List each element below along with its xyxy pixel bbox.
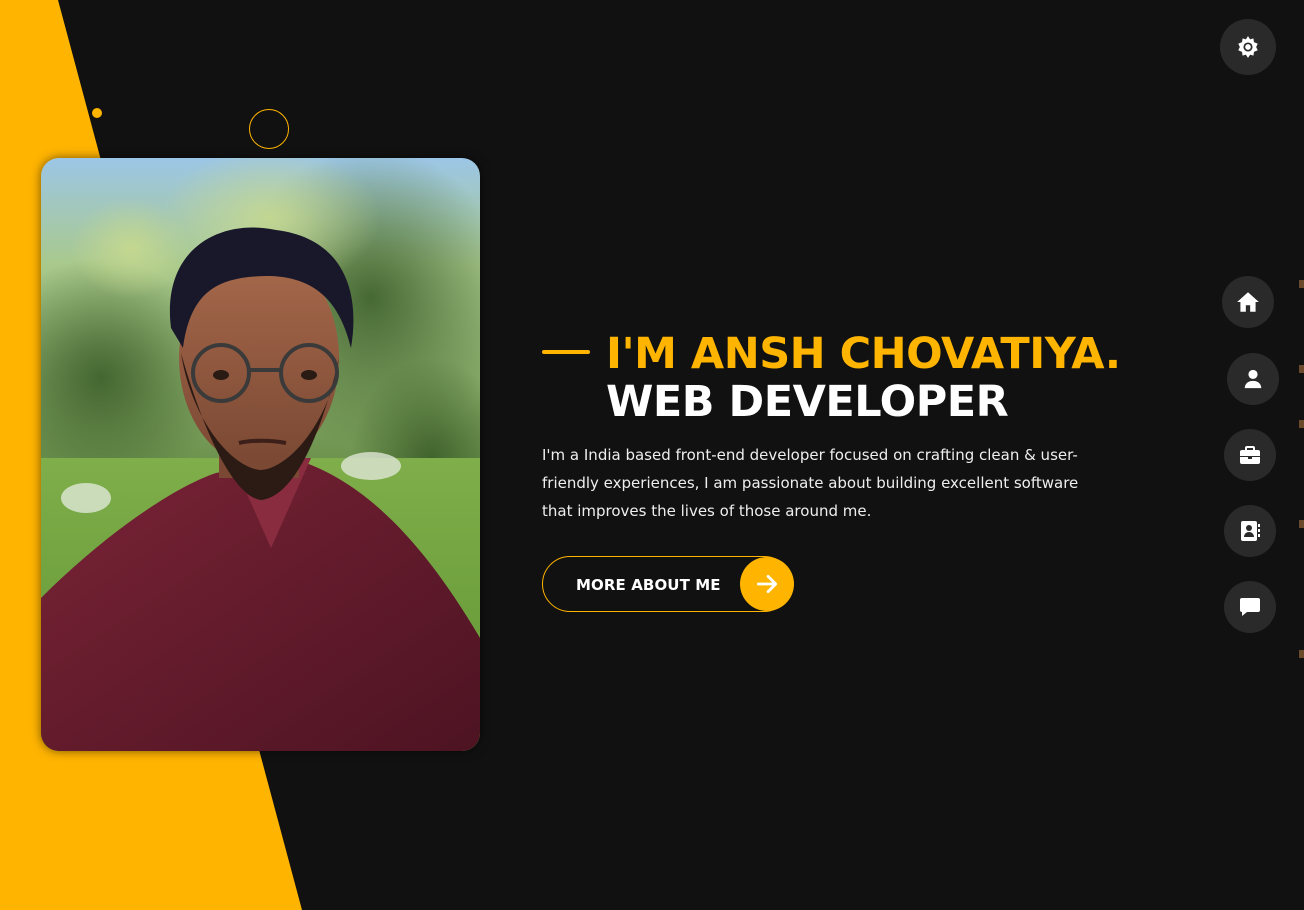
more-about-me-button[interactable]: MORE ABOUT ME bbox=[542, 556, 794, 612]
arrow-right-icon-wrap bbox=[740, 557, 794, 611]
page-edge-marks bbox=[1299, 270, 1304, 690]
user-icon bbox=[1244, 369, 1262, 389]
home-icon bbox=[1237, 292, 1259, 312]
edge-mark bbox=[1299, 520, 1304, 528]
edge-mark bbox=[1299, 365, 1304, 373]
title-accent-line bbox=[542, 350, 590, 354]
edge-mark bbox=[1299, 420, 1304, 428]
decorative-ring bbox=[249, 109, 289, 149]
edge-mark bbox=[1299, 650, 1304, 658]
nav-portfolio-button[interactable] bbox=[1224, 429, 1276, 481]
hero-role-heading: WEB DEVELOPER bbox=[606, 377, 1009, 427]
edge-mark bbox=[1299, 280, 1304, 288]
contact-book-icon bbox=[1241, 521, 1260, 541]
nav-home-button[interactable] bbox=[1222, 276, 1274, 328]
decorative-dot bbox=[92, 108, 102, 118]
more-about-me-label: MORE ABOUT ME bbox=[576, 576, 721, 594]
chat-icon bbox=[1240, 598, 1260, 616]
profile-photo bbox=[41, 158, 480, 751]
gear-icon bbox=[1238, 36, 1258, 58]
page: I'M ANSH CHOVATIYA. WEB DEVELOPER I'm a … bbox=[0, 0, 1304, 910]
nav-blog-button[interactable] bbox=[1224, 581, 1276, 633]
nav-about-button[interactable] bbox=[1227, 353, 1279, 405]
nav-contact-button[interactable] bbox=[1224, 505, 1276, 557]
hero-bio: I'm a India based front-end developer fo… bbox=[542, 446, 1079, 520]
briefcase-icon bbox=[1240, 446, 1260, 464]
hero-name-heading: I'M ANSH CHOVATIYA. bbox=[606, 329, 1121, 379]
theme-toggle-button[interactable] bbox=[1220, 19, 1276, 75]
arrow-right-icon bbox=[756, 575, 778, 593]
